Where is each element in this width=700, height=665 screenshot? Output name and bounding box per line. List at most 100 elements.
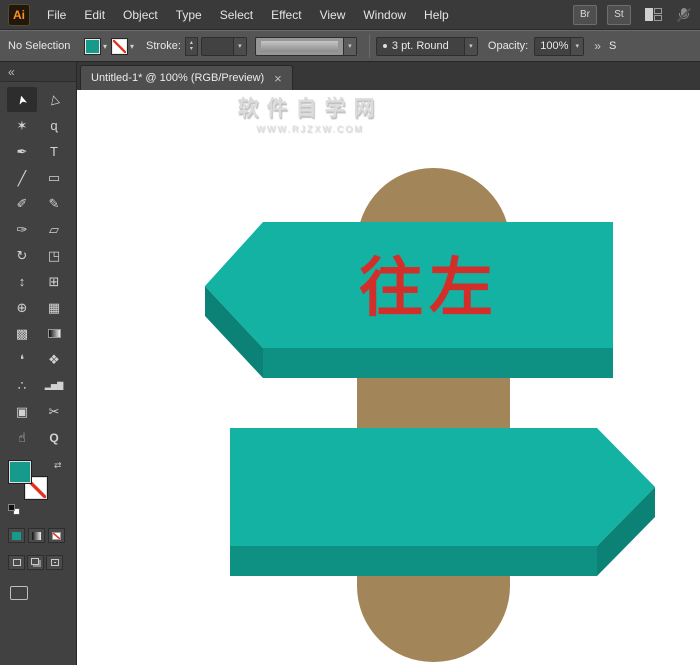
color-mode-button[interactable] [8, 528, 25, 543]
pencil-tool-icon: ✎ [48, 196, 60, 211]
screen-mode-button[interactable] [10, 586, 28, 600]
artboard-artwork[interactable]: 往左 [77, 90, 699, 665]
gradient-tool-icon [47, 329, 61, 338]
width-profile-dropdown-icon: ▾ [342, 37, 356, 55]
width-tool[interactable]: ↕ [7, 269, 37, 294]
rectangle-tool[interactable]: ▭ [39, 165, 69, 190]
right-sign-side[interactable] [230, 546, 597, 576]
blend-tool-icon: ❖ [48, 352, 60, 367]
fill-stroke-controls: ▾ ▾ [84, 37, 138, 55]
left-sign[interactable]: 往左 [205, 222, 613, 378]
menu-edit[interactable]: Edit [75, 0, 114, 30]
rectangle-tool-icon: ▭ [47, 170, 61, 185]
column-graph-tool[interactable]: ▂▅▇ [39, 373, 69, 398]
blob-brush-tool[interactable]: ✑ [7, 217, 37, 242]
lasso-tool-icon: ɋ [50, 118, 58, 133]
pen-tool[interactable]: ✒ [7, 139, 37, 164]
free-transform-tool[interactable]: ⊞ [39, 269, 69, 294]
opacity-label[interactable]: Opacity: [488, 40, 528, 52]
selection-tool[interactable]: ➤ [7, 87, 37, 112]
zoom-tool[interactable]: Q [39, 425, 69, 450]
none-mode-button[interactable] [48, 528, 65, 543]
draw-behind-icon [30, 558, 39, 565]
rotate-tool[interactable]: ↻ [7, 243, 37, 268]
left-sign-side[interactable] [263, 348, 613, 378]
scale-tool-icon: ◳ [47, 248, 61, 263]
scale-tool[interactable]: ◳ [39, 243, 69, 268]
draw-behind-button[interactable] [27, 555, 44, 570]
opacity-combo[interactable]: 100% ▾ [534, 36, 585, 56]
brush-definition-combo[interactable]: 3 pt. Round ▾ [375, 36, 478, 56]
stroke-weight-dropdown-icon: ▾ [232, 37, 246, 55]
menu-select[interactable]: Select [211, 0, 262, 30]
paintbrush-tool-icon: ✐ [16, 196, 28, 211]
fill-color-swatch[interactable] [84, 37, 101, 55]
workspace-switcher-icon[interactable] [645, 8, 662, 21]
eyedropper-tool-icon: ❛ [19, 352, 25, 367]
menu-window[interactable]: Window [354, 0, 415, 30]
mesh-tool[interactable]: ▩ [7, 321, 37, 346]
app-logo: Ai [8, 3, 30, 26]
swap-fill-stroke-icon[interactable]: ⇄ [54, 460, 62, 471]
selection-status: No Selection [8, 40, 71, 52]
menu-view[interactable]: View [311, 0, 355, 30]
stroke-weight-combo[interactable]: ▾ [200, 36, 247, 56]
direct-selection-tool[interactable]: ▷ [39, 87, 69, 112]
shape-builder-tool-icon: ⊕ [16, 300, 28, 315]
right-sign-face[interactable] [230, 428, 655, 546]
brush-dropdown-icon: ▾ [463, 37, 477, 55]
width-profile-combo[interactable]: ▾ [254, 36, 357, 56]
canvas[interactable]: 软件自学网 WWW.RJZXW.COM 往左 [77, 90, 700, 665]
slice-tool[interactable]: ✂ [39, 399, 69, 424]
stroke-color-swatch[interactable] [111, 37, 129, 55]
lasso-tool[interactable]: ɋ [39, 113, 69, 138]
workspace-icon-pane [645, 8, 653, 21]
menu-help[interactable]: Help [415, 0, 458, 30]
brush-definition-value: 3 pt. Round [391, 40, 449, 52]
eraser-tool[interactable]: ▱ [39, 217, 69, 242]
tools-grid: ➤ ▷ ✶ ɋ ✒ T ╱ ▭ ✐ ✎ ✑ ▱ ↻ ◳ ↕ ⊞ ⊕ ▦ ▩ ❛ ❖ ∴ ▂▅▇ ▣ ✂ ☝ Q [0, 87, 76, 450]
free-transform-tool-icon: ⊞ [48, 274, 60, 289]
pencil-tool[interactable]: ✎ [39, 191, 69, 216]
gradient-mode-button[interactable] [28, 528, 45, 543]
perspective-grid-tool[interactable]: ▦ [39, 295, 69, 320]
paintbrush-tool[interactable]: ✐ [7, 191, 37, 216]
shape-builder-tool[interactable]: ⊕ [7, 295, 37, 320]
type-tool[interactable]: T [39, 139, 69, 164]
line-segment-tool[interactable]: ╱ [7, 165, 37, 190]
stepper-down-icon: ▾ [189, 46, 193, 52]
symbol-sprayer-tool[interactable]: ∴ [7, 373, 37, 398]
close-tab-icon[interactable]: × [274, 72, 282, 85]
fill-swatch-large[interactable] [8, 460, 32, 484]
document-tab-bar: Untitled-1* @ 100% (RGB/Preview) × [77, 62, 700, 90]
stroke-chevron-icon[interactable]: ▾ [130, 42, 134, 51]
draw-normal-icon [12, 559, 21, 566]
menu-file[interactable]: File [38, 0, 75, 30]
right-sign[interactable] [230, 428, 655, 576]
st-button[interactable]: St [607, 4, 631, 25]
gradient-mode-icon [32, 531, 41, 540]
eyedropper-tool[interactable]: ❛ [7, 347, 37, 372]
magic-wand-tool[interactable]: ✶ [7, 113, 37, 138]
stroke-label[interactable]: Stroke: [146, 40, 181, 52]
panel-overflow-icon[interactable]: » [594, 39, 601, 53]
stroke-weight-stepper[interactable]: ▴ ▾ [184, 36, 198, 56]
default-colors-icon[interactable] [8, 504, 22, 516]
draw-normal-button[interactable] [8, 555, 25, 570]
menu-effect[interactable]: Effect [262, 0, 310, 30]
menu-object[interactable]: Object [114, 0, 167, 30]
sync-disabled-icon[interactable] [676, 7, 692, 23]
gradient-tool[interactable] [39, 321, 69, 346]
menu-type[interactable]: Type [167, 0, 211, 30]
style-label-truncated: S [608, 40, 617, 52]
draw-inside-button[interactable] [46, 555, 63, 570]
column-graph-tool-icon: ▂▅▇ [44, 380, 64, 390]
direct-selection-tool-icon: ▷ [46, 93, 62, 106]
fill-chevron-icon[interactable]: ▾ [103, 42, 107, 51]
br-button[interactable]: Br [573, 4, 597, 25]
hand-tool[interactable]: ☝ [7, 425, 37, 450]
document-tab[interactable]: Untitled-1* @ 100% (RGB/Preview) × [80, 65, 293, 90]
blend-tool[interactable]: ❖ [39, 347, 69, 372]
artboard-tool[interactable]: ▣ [7, 399, 37, 424]
collapse-panel-icon[interactable]: « [8, 65, 15, 79]
